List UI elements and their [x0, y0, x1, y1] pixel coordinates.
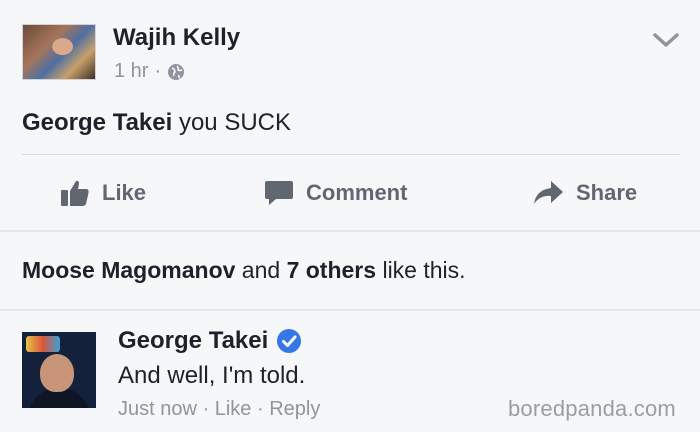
thumbs-up-icon	[60, 179, 90, 207]
post-time[interactable]: 1 hr	[114, 60, 148, 83]
verified-badge-icon	[276, 328, 302, 354]
divider	[22, 154, 680, 155]
comment-reply-link[interactable]: Reply	[269, 398, 320, 420]
comment-label: Comment	[306, 180, 408, 205]
section-divider	[0, 309, 700, 311]
globe-icon	[167, 63, 185, 81]
share-label: Share	[576, 180, 638, 205]
watermark: boredpanda.com	[508, 396, 676, 421]
author-name[interactable]: Wajih Kelly	[113, 24, 240, 52]
liker-name[interactable]: Moose Magomanov	[22, 257, 235, 283]
post-meta: 1 hr ·	[114, 60, 185, 83]
section-divider	[0, 230, 700, 232]
others-link[interactable]: 7 others	[287, 257, 376, 283]
chevron-down-icon[interactable]	[651, 30, 681, 50]
post-body: George Takei you SUCK	[22, 109, 291, 137]
facebook-post: Wajih Kelly 1 hr · George Takei you SUCK…	[0, 0, 700, 432]
meta-dot: ·	[196, 398, 215, 420]
commenter-avatar[interactable]	[22, 332, 96, 408]
mention-link[interactable]: George Takei	[22, 109, 172, 136]
comment-time[interactable]: Just now	[118, 398, 197, 420]
avatar-face	[40, 354, 74, 392]
avatar-logo	[26, 336, 60, 352]
comment-meta: Just now · Like · Reply	[118, 398, 320, 421]
likes-summary: Moose Magomanov and 7 others like this.	[22, 257, 466, 284]
meta-dot: ·	[251, 398, 270, 420]
like-button[interactable]: Like	[60, 176, 146, 210]
likes-and: and	[235, 257, 287, 283]
like-label: Like	[102, 180, 147, 205]
share-arrow-icon	[532, 179, 564, 207]
speech-bubble-icon	[264, 179, 294, 207]
meta-separator: ·	[154, 60, 162, 82]
post-text: you SUCK	[172, 109, 291, 136]
author-avatar[interactable]	[22, 24, 96, 80]
likes-suffix: like this.	[376, 257, 466, 283]
comment-button[interactable]: Comment	[264, 176, 407, 210]
share-button[interactable]: Share	[532, 176, 637, 210]
comment-text: And well, I'm told.	[118, 362, 306, 389]
commenter-name[interactable]: George Takei	[118, 327, 268, 355]
comment-like-link[interactable]: Like	[215, 398, 252, 420]
commenter-name-row: George Takei	[118, 327, 302, 355]
